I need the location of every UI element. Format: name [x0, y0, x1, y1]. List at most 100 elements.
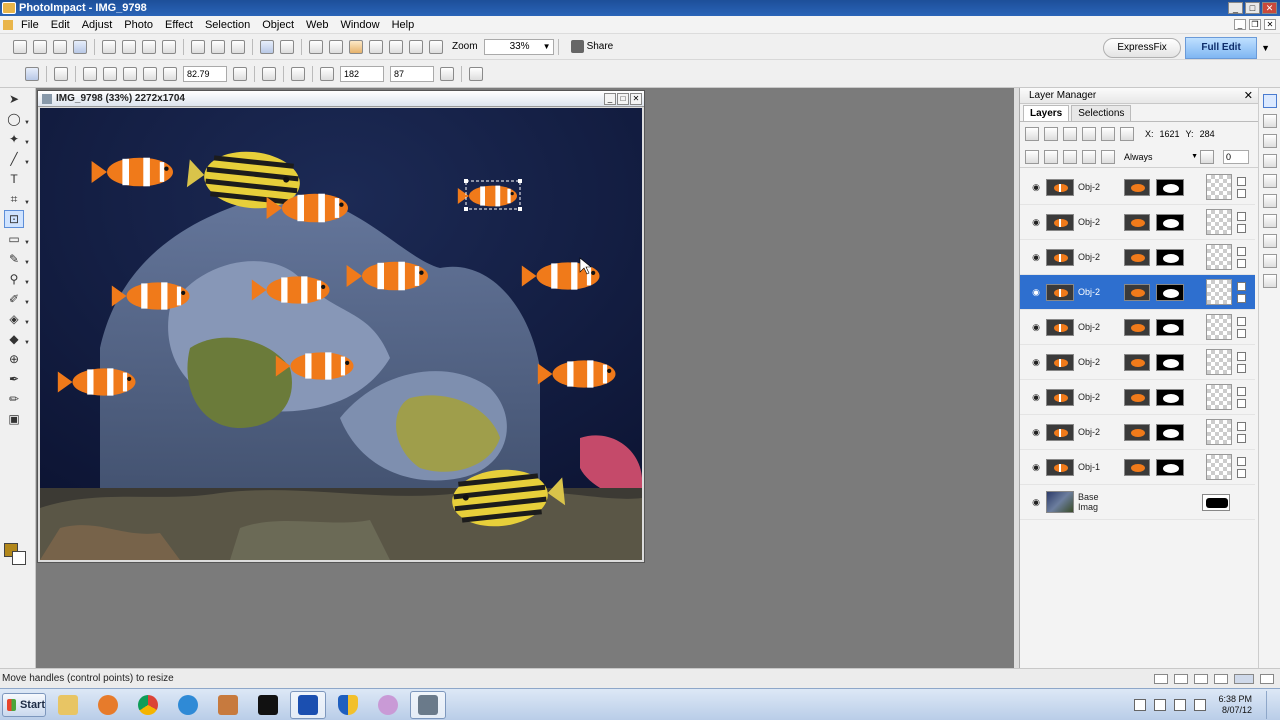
layer-row[interactable]: ◉ Obj-2: [1020, 170, 1255, 205]
path-tool-icon[interactable]: ✏: [4, 390, 24, 408]
layer-lock-icon[interactable]: [1237, 456, 1246, 466]
zoom-tray-icon[interactable]: [1234, 673, 1254, 684]
enhance-icon[interactable]: [349, 39, 363, 54]
layer-group-icon[interactable]: [1025, 149, 1039, 164]
taskbar-media-player[interactable]: [90, 691, 126, 719]
layer-properties-icon[interactable]: [1101, 127, 1115, 141]
tray-expand-icon[interactable]: [1134, 698, 1147, 711]
fit-icon[interactable]: [440, 66, 454, 81]
lock-aspect-icon[interactable]: [320, 66, 334, 81]
width-field[interactable]: 182: [340, 65, 384, 82]
document-window[interactable]: IMG_9798 (33%) 2272x1704 _ □ ✕: [37, 90, 645, 563]
perspective-icon[interactable]: [54, 66, 68, 81]
layer-manager-dock-icon[interactable]: [1263, 94, 1277, 108]
zoom-tool-icon[interactable]: ⊕: [4, 350, 24, 368]
frame-icon[interactable]: [409, 39, 423, 54]
app-menu-icon[interactable]: [3, 19, 13, 30]
minimize-button[interactable]: _: [1228, 2, 1243, 14]
magic-wand-tool-icon[interactable]: ✦ ▼: [4, 130, 30, 148]
redo-icon[interactable]: [280, 39, 294, 54]
opacity-field[interactable]: 0: [1223, 149, 1249, 164]
flip-icon[interactable]: [262, 66, 276, 81]
layer-split-icon[interactable]: [1044, 149, 1058, 164]
taskbar-security[interactable]: [330, 691, 366, 719]
new-icon[interactable]: [13, 39, 27, 54]
properties-dock-icon[interactable]: [1263, 254, 1277, 268]
script-dock-icon[interactable]: [1263, 234, 1277, 248]
eye-icon[interactable]: ◉: [1030, 462, 1042, 473]
eye-icon[interactable]: ◉: [1030, 427, 1042, 438]
quick-command-dock-icon[interactable]: [1263, 154, 1277, 168]
stamp-tool-icon[interactable]: ▣: [4, 410, 24, 428]
doc-restore-button[interactable]: ❐: [1249, 19, 1261, 30]
document-minimize-button[interactable]: _: [604, 92, 616, 105]
cut-icon[interactable]: [191, 39, 205, 54]
base-image-row[interactable]: ◉ Base Imag: [1020, 485, 1255, 520]
doc-close-button[interactable]: ✕: [1264, 19, 1276, 30]
taskbar-screen-capture[interactable]: [290, 690, 326, 719]
document-close-button[interactable]: ✕: [630, 92, 642, 105]
eyedropper-tool-icon[interactable]: ✒: [4, 370, 24, 388]
zoom-select[interactable]: 33% ▼: [483, 38, 554, 55]
paste-icon[interactable]: [231, 39, 245, 54]
layer-lock-icon[interactable]: [1237, 421, 1246, 431]
close-button[interactable]: ✕: [1262, 2, 1277, 14]
rotate-free-icon[interactable]: [143, 66, 157, 81]
save-icon[interactable]: [73, 39, 87, 54]
layer-row[interactable]: ◉ Obj-2: [1020, 275, 1255, 310]
easy-palette-dock-icon[interactable]: [1263, 114, 1277, 128]
open-icon[interactable]: [53, 39, 67, 54]
menu-edit[interactable]: Edit: [45, 19, 76, 31]
document-titlebar[interactable]: IMG_9798 (33%) 2272x1704 _ □ ✕: [38, 91, 644, 107]
web-dock-icon[interactable]: [1263, 214, 1277, 228]
align-icon[interactable]: [291, 66, 305, 81]
document-panel-dock-icon[interactable]: [1263, 174, 1277, 188]
layer-lock-icon[interactable]: [1237, 176, 1246, 186]
options-icon[interactable]: [469, 66, 483, 81]
link-icon[interactable]: [1154, 673, 1168, 684]
full-edit-button[interactable]: Full Edit: [1185, 37, 1258, 59]
menu-window[interactable]: Window: [334, 19, 385, 31]
skew-icon[interactable]: [103, 66, 117, 81]
expressfix-button[interactable]: ExpressFix: [1103, 38, 1182, 58]
panel-manager-dock-icon[interactable]: [1263, 274, 1277, 288]
tray-volume-icon[interactable]: [1194, 698, 1207, 711]
height-field[interactable]: 87: [390, 65, 434, 82]
line-tool-icon[interactable]: ╱ ▼: [4, 150, 30, 168]
taskbar-explorer[interactable]: [50, 691, 86, 719]
layer-link-icon[interactable]: [1237, 398, 1246, 408]
text-tool-icon[interactable]: T: [4, 170, 24, 188]
maximize-button[interactable]: □: [1245, 2, 1260, 14]
lasso-tool-icon[interactable]: ◯ ▼: [4, 110, 30, 128]
layer-lock-icon[interactable]: [1237, 281, 1246, 291]
layer-link-icon[interactable]: [1237, 258, 1246, 268]
pick-tool-icon[interactable]: ➤: [4, 90, 24, 108]
print-preview-icon[interactable]: [122, 39, 136, 54]
copy-icon[interactable]: [211, 39, 225, 54]
effects-icon[interactable]: [389, 39, 403, 54]
easy-palette-icon[interactable]: [429, 39, 443, 54]
ruler-icon[interactable]: [1194, 673, 1208, 684]
image-canvas[interactable]: [40, 108, 642, 560]
rotate-angle-field[interactable]: 82.79: [183, 65, 227, 82]
layer-link-icon[interactable]: [1237, 188, 1246, 198]
new-layer-icon[interactable]: [1025, 127, 1039, 141]
layer-link-icon[interactable]: [1237, 223, 1246, 233]
scan-icon[interactable]: [162, 39, 176, 54]
taskbar-chrome[interactable]: [130, 691, 166, 719]
merge-mode-select[interactable]: Always ▼: [1120, 150, 1200, 164]
menu-object[interactable]: Object: [256, 19, 300, 31]
taskbar-terminal[interactable]: [250, 691, 286, 719]
eye-icon[interactable]: ◉: [1030, 287, 1042, 298]
grid-icon[interactable]: [1174, 673, 1188, 684]
eye-icon[interactable]: ◉: [1030, 357, 1042, 368]
eye-icon[interactable]: ◉: [1030, 182, 1042, 193]
layer-link-icon[interactable]: [1237, 328, 1246, 338]
crop-tool-icon[interactable]: ⌗ ▼: [4, 190, 30, 208]
layer-combine-icon[interactable]: [1063, 149, 1077, 164]
eye-icon[interactable]: ◉: [1030, 217, 1042, 228]
menu-web[interactable]: Web: [300, 19, 334, 31]
share-button[interactable]: Share: [570, 40, 613, 53]
delete-layer-icon[interactable]: [1082, 149, 1096, 164]
menu-selection[interactable]: Selection: [199, 19, 256, 31]
